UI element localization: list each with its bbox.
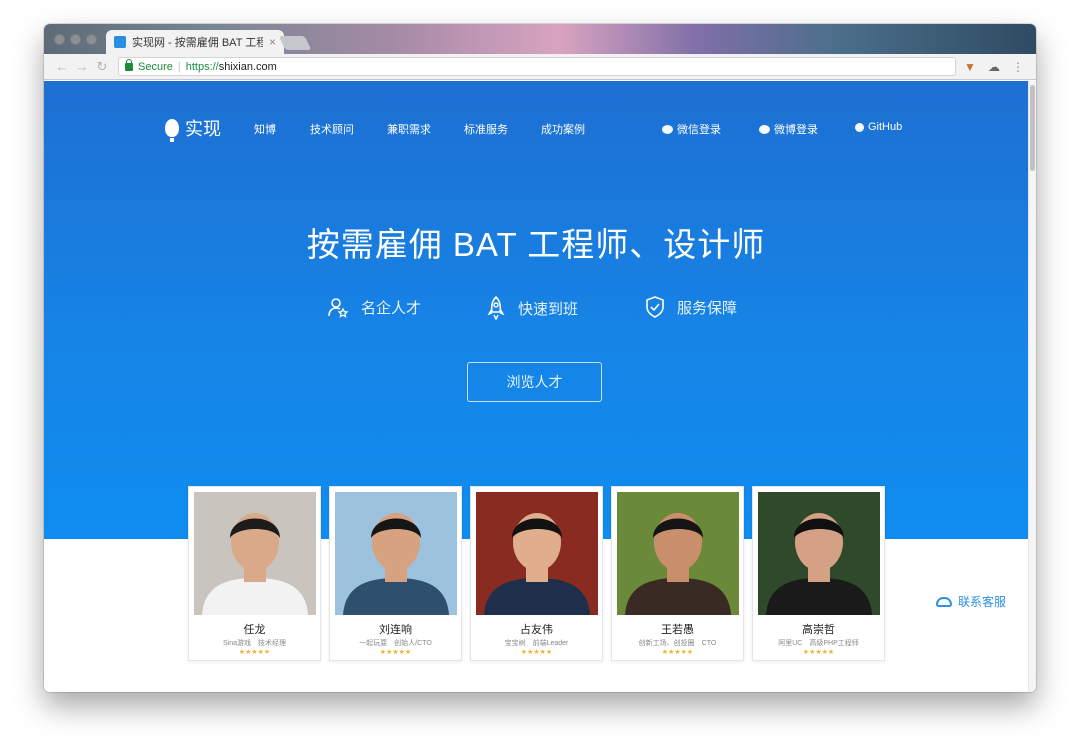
talent-rating: ★★★★★ (802, 649, 835, 656)
shield-check-icon (646, 296, 664, 318)
nav-link-parttime[interactable]: 兼职需求 (387, 121, 431, 137)
hero-headline: 按需雇佣 BAT 工程师、设计师 (306, 226, 766, 263)
talent-name: 高崇哲 (802, 624, 835, 636)
feature-talent: 名企人才 (327, 296, 421, 318)
url-scheme: https:// (185, 60, 219, 73)
browser-tab[interactable]: 实现网 - 按需雇佣 BAT 工程师 × (106, 30, 284, 54)
talent-photo[interactable] (335, 492, 457, 615)
talent-card[interactable]: 任龙 Sina游戏 技术经理 ★★★★★ (188, 486, 321, 661)
browse-talent-button[interactable]: 浏览人才 (467, 362, 602, 402)
cloud-icon[interactable]: ☁ (984, 60, 1004, 74)
tab-title: 实现网 - 按需雇佣 BAT 工程师 (132, 37, 263, 49)
github-label: GitHub (868, 121, 903, 133)
talent-photo[interactable] (194, 492, 316, 615)
talent-name: 任龙 (243, 624, 266, 636)
url-host: shixian.com (218, 60, 277, 73)
site-nav: 实现 知博 技术顾问 兼职需求 标准服务 成功案例 微信登录 微博登录 GitH… (44, 113, 1028, 143)
contact-support-label: 联系客服 (958, 595, 1007, 609)
nav-link-cases[interactable]: 成功案例 (541, 121, 585, 137)
weibo-login-link[interactable]: 微博登录 (759, 121, 818, 137)
feature-talent-label: 名企人才 (361, 299, 422, 317)
fox-icon[interactable]: ▼ (960, 60, 980, 74)
headset-icon (936, 596, 952, 607)
minimize-window-button[interactable] (70, 34, 81, 45)
maximize-window-button[interactable] (86, 34, 97, 45)
feature-fast-label: 快速到班 (518, 300, 579, 318)
talent-name: 刘连响 (379, 624, 412, 636)
talent-card[interactable]: 高崇哲阿里UC 高级PHP工程师 ★★★★★ (752, 486, 885, 661)
nav-link-zhibo[interactable]: 知博 (254, 121, 276, 137)
rocket-icon (487, 296, 505, 320)
divider: | (177, 60, 181, 73)
talent-card[interactable]: 刘连响一起玩耍 创始人/CTO ★★★★★ (329, 486, 462, 661)
browser-window: 实现网 - 按需雇佣 BAT 工程师 × ← → ↻ Secure | http… (44, 24, 1036, 692)
weibo-login-label: 微博登录 (774, 124, 818, 136)
nav-link-service[interactable]: 标准服务 (464, 121, 508, 137)
github-link[interactable]: GitHub (855, 121, 902, 133)
favicon-icon (114, 36, 126, 48)
wechat-login-link[interactable]: 微信登录 (662, 121, 721, 137)
talent-rating: ★★★★★ (520, 649, 553, 656)
talent-photo[interactable] (617, 492, 739, 615)
talent-role: 创新工场、创投圈 CTO (638, 640, 717, 647)
talent-card[interactable]: 王若愚创新工场、创投圈 CTO ★★★★★ (611, 486, 744, 661)
talent-rating: ★★★★★ (379, 649, 412, 656)
talent-rating: ★★★★★ (661, 649, 694, 656)
talent-role: 宝宝树 前端Leader (504, 640, 569, 647)
browser-toolbar: ← → ↻ Secure | https:// shixian.com ▼ ☁ … (44, 54, 1036, 80)
talent-name: 王若愚 (661, 624, 694, 636)
scrollbar-thumb[interactable] (1030, 85, 1035, 171)
reload-icon[interactable]: ↻ (92, 59, 112, 75)
nav-link-consultant[interactable]: 技术顾问 (310, 121, 354, 137)
user-star-icon (328, 298, 349, 318)
talent-photo[interactable] (758, 492, 880, 615)
balloon-icon (165, 119, 179, 142)
talent-photo[interactable] (476, 492, 598, 615)
talent-name: 占友伟 (520, 624, 553, 636)
weibo-icon (759, 124, 770, 134)
contact-support-link[interactable]: 联系客服 (936, 593, 1006, 610)
forward-icon[interactable]: → (72, 59, 92, 74)
secure-label: Secure (138, 60, 173, 73)
address-bar[interactable]: Secure | https:// shixian.com (118, 57, 956, 76)
feature-guarantee-label: 服务保障 (677, 299, 738, 317)
menu-icon[interactable]: ⋮ (1008, 60, 1028, 74)
wechat-icon (662, 124, 673, 134)
talent-role: Sina游戏 技术经理 (222, 640, 286, 647)
wechat-login-label: 微信登录 (677, 124, 721, 136)
close-tab-icon[interactable]: × (269, 35, 276, 49)
github-icon (855, 122, 864, 132)
talent-role: 阿里UC 高级PHP工程师 (778, 640, 859, 647)
lock-icon (125, 58, 133, 71)
feature-fast: 快速到班 (486, 296, 578, 320)
logo-text: 实现 (185, 119, 221, 139)
close-window-button[interactable] (54, 34, 65, 45)
back-icon[interactable]: ← (52, 59, 72, 74)
new-tab-button[interactable] (278, 36, 312, 50)
talent-role: 一起玩耍 创始人/CTO (359, 640, 432, 647)
talent-rating: ★★★★★ (238, 649, 271, 656)
site-logo[interactable]: 实现 (165, 115, 221, 142)
talent-card[interactable]: 占友伟宝宝树 前端Leader ★★★★★ (470, 486, 603, 661)
web-page: 实现 知博 技术顾问 兼职需求 标准服务 成功案例 微信登录 微博登录 GitH… (44, 81, 1028, 692)
feature-guarantee: 服务保障 (645, 296, 737, 318)
title-bar: 实现网 - 按需雇佣 BAT 工程师 × (44, 24, 1036, 54)
page-scrollbar[interactable] (1028, 81, 1036, 692)
